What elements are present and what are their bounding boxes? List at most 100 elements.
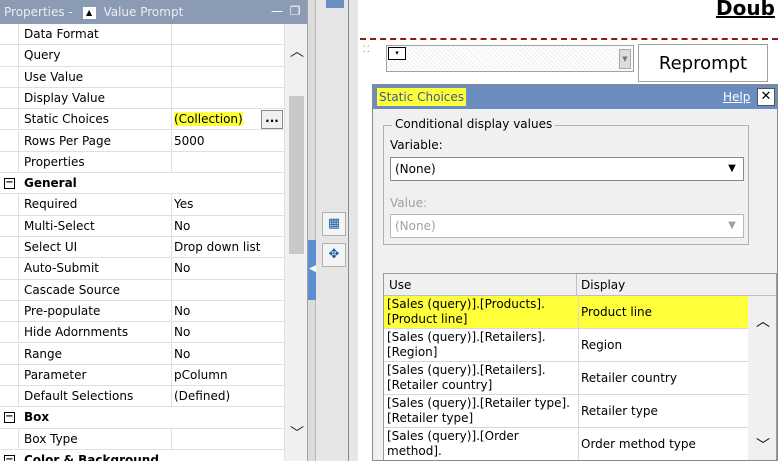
selection-marker-icon: ⁚⁚ xyxy=(363,45,371,55)
chevron-down-icon[interactable]: ▼ xyxy=(722,159,742,179)
property-row[interactable]: Range No xyxy=(0,343,284,365)
property-row[interactable]: Data Format xyxy=(0,24,284,46)
use-line-2: [Product line] xyxy=(387,312,468,326)
row-gutter xyxy=(0,109,19,130)
data-items-icon[interactable]: ✥ xyxy=(322,243,346,267)
property-value[interactable] xyxy=(174,45,284,65)
display-cell: Region xyxy=(578,329,748,362)
collapse-icon[interactable]: − xyxy=(4,178,15,190)
property-row[interactable]: Static Choices (Collection)... xyxy=(0,109,284,131)
row-gutter xyxy=(0,322,19,343)
table-scrollbar[interactable]: ︿ ﹀ xyxy=(748,296,776,460)
properties-title-bar: Properties - ▲ Value Prompt — ❐ xyxy=(0,0,307,24)
property-row[interactable]: Use Value xyxy=(0,66,284,88)
property-name: Hide Adornments xyxy=(24,322,172,343)
column-header-display[interactable]: Display xyxy=(581,274,625,296)
property-row[interactable]: Cascade Source xyxy=(0,279,284,301)
property-value[interactable] xyxy=(174,67,284,87)
value-select-value: (None) xyxy=(395,219,436,233)
property-row[interactable]: Multi-Select No xyxy=(0,215,284,237)
scroll-up-icon[interactable]: ︿ xyxy=(285,42,307,62)
property-row[interactable]: Display Value xyxy=(0,87,284,110)
variable-select-value: (None) xyxy=(395,162,436,176)
property-row[interactable]: Select UI Drop down list xyxy=(0,237,284,259)
property-value[interactable]: No xyxy=(174,322,284,342)
collection-value: (Collection) xyxy=(174,112,243,127)
value-prompt-icon[interactable]: ▲ xyxy=(82,6,96,19)
value-prompt-control[interactable]: ▾ ▼ xyxy=(386,45,634,72)
reprompt-button[interactable]: Reprompt xyxy=(638,44,768,82)
scroll-down-icon[interactable]: ﹀ xyxy=(748,436,776,456)
insertable-objects-icon[interactable]: ▦ xyxy=(322,212,346,236)
minimize-icon[interactable]: — xyxy=(270,4,284,18)
property-value[interactable] xyxy=(174,88,284,108)
property-row[interactable]: Parameter pColumn xyxy=(0,364,284,387)
collapse-icon[interactable]: − xyxy=(4,455,15,461)
scroll-up-icon[interactable]: ︿ xyxy=(748,312,776,332)
property-row[interactable]: Properties xyxy=(0,151,284,174)
use-cell: [Sales (query)].[Order method].[Order me… xyxy=(387,428,575,460)
row-gutter xyxy=(0,258,19,279)
property-name: Static Choices xyxy=(24,109,172,130)
property-row[interactable]: Query xyxy=(0,45,284,67)
property-row[interactable]: Pre-populate No xyxy=(0,300,284,323)
property-row[interactable]: Box Type xyxy=(0,428,284,450)
page-divider xyxy=(360,38,778,40)
row-gutter xyxy=(0,45,19,66)
variable-select[interactable]: (None) ▼ xyxy=(390,157,744,181)
property-name: Query xyxy=(24,45,172,66)
property-value[interactable] xyxy=(174,280,284,300)
row-gutter xyxy=(0,130,19,151)
collapse-icon[interactable]: − xyxy=(4,412,15,424)
close-icon[interactable]: ✕ xyxy=(757,88,775,106)
table-row[interactable]: [Sales (query)].[Order method].[Order me… xyxy=(384,428,748,460)
property-row[interactable]: Hide Adornments No xyxy=(0,322,284,344)
property-value[interactable]: No xyxy=(174,258,284,278)
value-label: Value: xyxy=(390,196,427,210)
table-row[interactable]: [Sales (query)].[Products]. [Product line… xyxy=(384,296,748,329)
property-value[interactable]: No xyxy=(174,301,284,321)
table-row[interactable]: [Sales (query)].[Retailers]. [Retailer co… xyxy=(384,362,748,395)
use-cell: [Sales (query)].[Retailers]. [Retailer co… xyxy=(387,362,575,395)
restore-icon[interactable]: ❐ xyxy=(288,4,302,18)
help-link[interactable]: Help xyxy=(723,85,750,109)
property-row[interactable]: Auto-Submit No xyxy=(0,258,284,280)
property-value[interactable]: Yes xyxy=(174,194,284,214)
report-studio-window: Properties - ▲ Value Prompt — ❐ Data For… xyxy=(0,0,778,461)
table-row[interactable]: [Sales (query)].[Retailer type]. [Retaile… xyxy=(384,395,748,428)
property-name: Cascade Source xyxy=(24,279,172,300)
scroll-down-icon[interactable]: ﹀ xyxy=(285,424,307,444)
property-value[interactable] xyxy=(174,429,284,449)
property-value[interactable] xyxy=(174,152,284,172)
property-value[interactable]: (Collection)... xyxy=(174,109,284,130)
property-name: Required xyxy=(24,194,172,215)
property-row[interactable]: Default Selections (Defined) xyxy=(0,386,284,408)
property-row[interactable]: Rows Per Page 5000 xyxy=(0,130,284,152)
prompt-dropdown-icon[interactable]: ▼ xyxy=(619,49,631,69)
splitter-bar[interactable] xyxy=(308,0,316,461)
ellipsis-button[interactable]: ... xyxy=(261,110,283,130)
display-cell: Retailer type xyxy=(578,395,748,428)
section-label: General xyxy=(24,176,77,191)
property-section[interactable]: − Color & Background xyxy=(0,450,284,461)
property-value[interactable] xyxy=(174,24,284,44)
property-value[interactable]: Drop down list xyxy=(174,237,284,257)
use-line-1: [Sales (query)].[Products]. xyxy=(387,297,545,311)
static-choices-dialog: Static Choices Help ✕ Conditional displa… xyxy=(372,84,778,461)
property-value[interactable]: (Defined) xyxy=(174,386,284,406)
table-row[interactable]: [Sales (query)].[Retailers]. [Region] Regi… xyxy=(384,329,748,362)
property-row[interactable]: Required Yes xyxy=(0,194,284,216)
dialog-title-bar: Static Choices Help ✕ xyxy=(373,85,777,109)
property-section[interactable]: − Box xyxy=(0,407,284,429)
property-section[interactable]: − General xyxy=(0,173,284,195)
collapse-tab[interactable]: ◀ xyxy=(308,240,316,300)
properties-scrollbar[interactable]: ︿ ﹀ xyxy=(284,24,307,461)
property-value[interactable]: No xyxy=(174,216,284,236)
property-value[interactable]: No xyxy=(174,344,284,364)
property-value[interactable]: 5000 xyxy=(174,131,284,151)
row-gutter xyxy=(0,279,19,300)
use-line-2: [Retailer country] xyxy=(387,378,493,392)
property-value[interactable]: pColumn xyxy=(174,365,284,385)
column-header-use[interactable]: Use xyxy=(389,274,411,296)
scroll-thumb[interactable] xyxy=(289,96,304,254)
